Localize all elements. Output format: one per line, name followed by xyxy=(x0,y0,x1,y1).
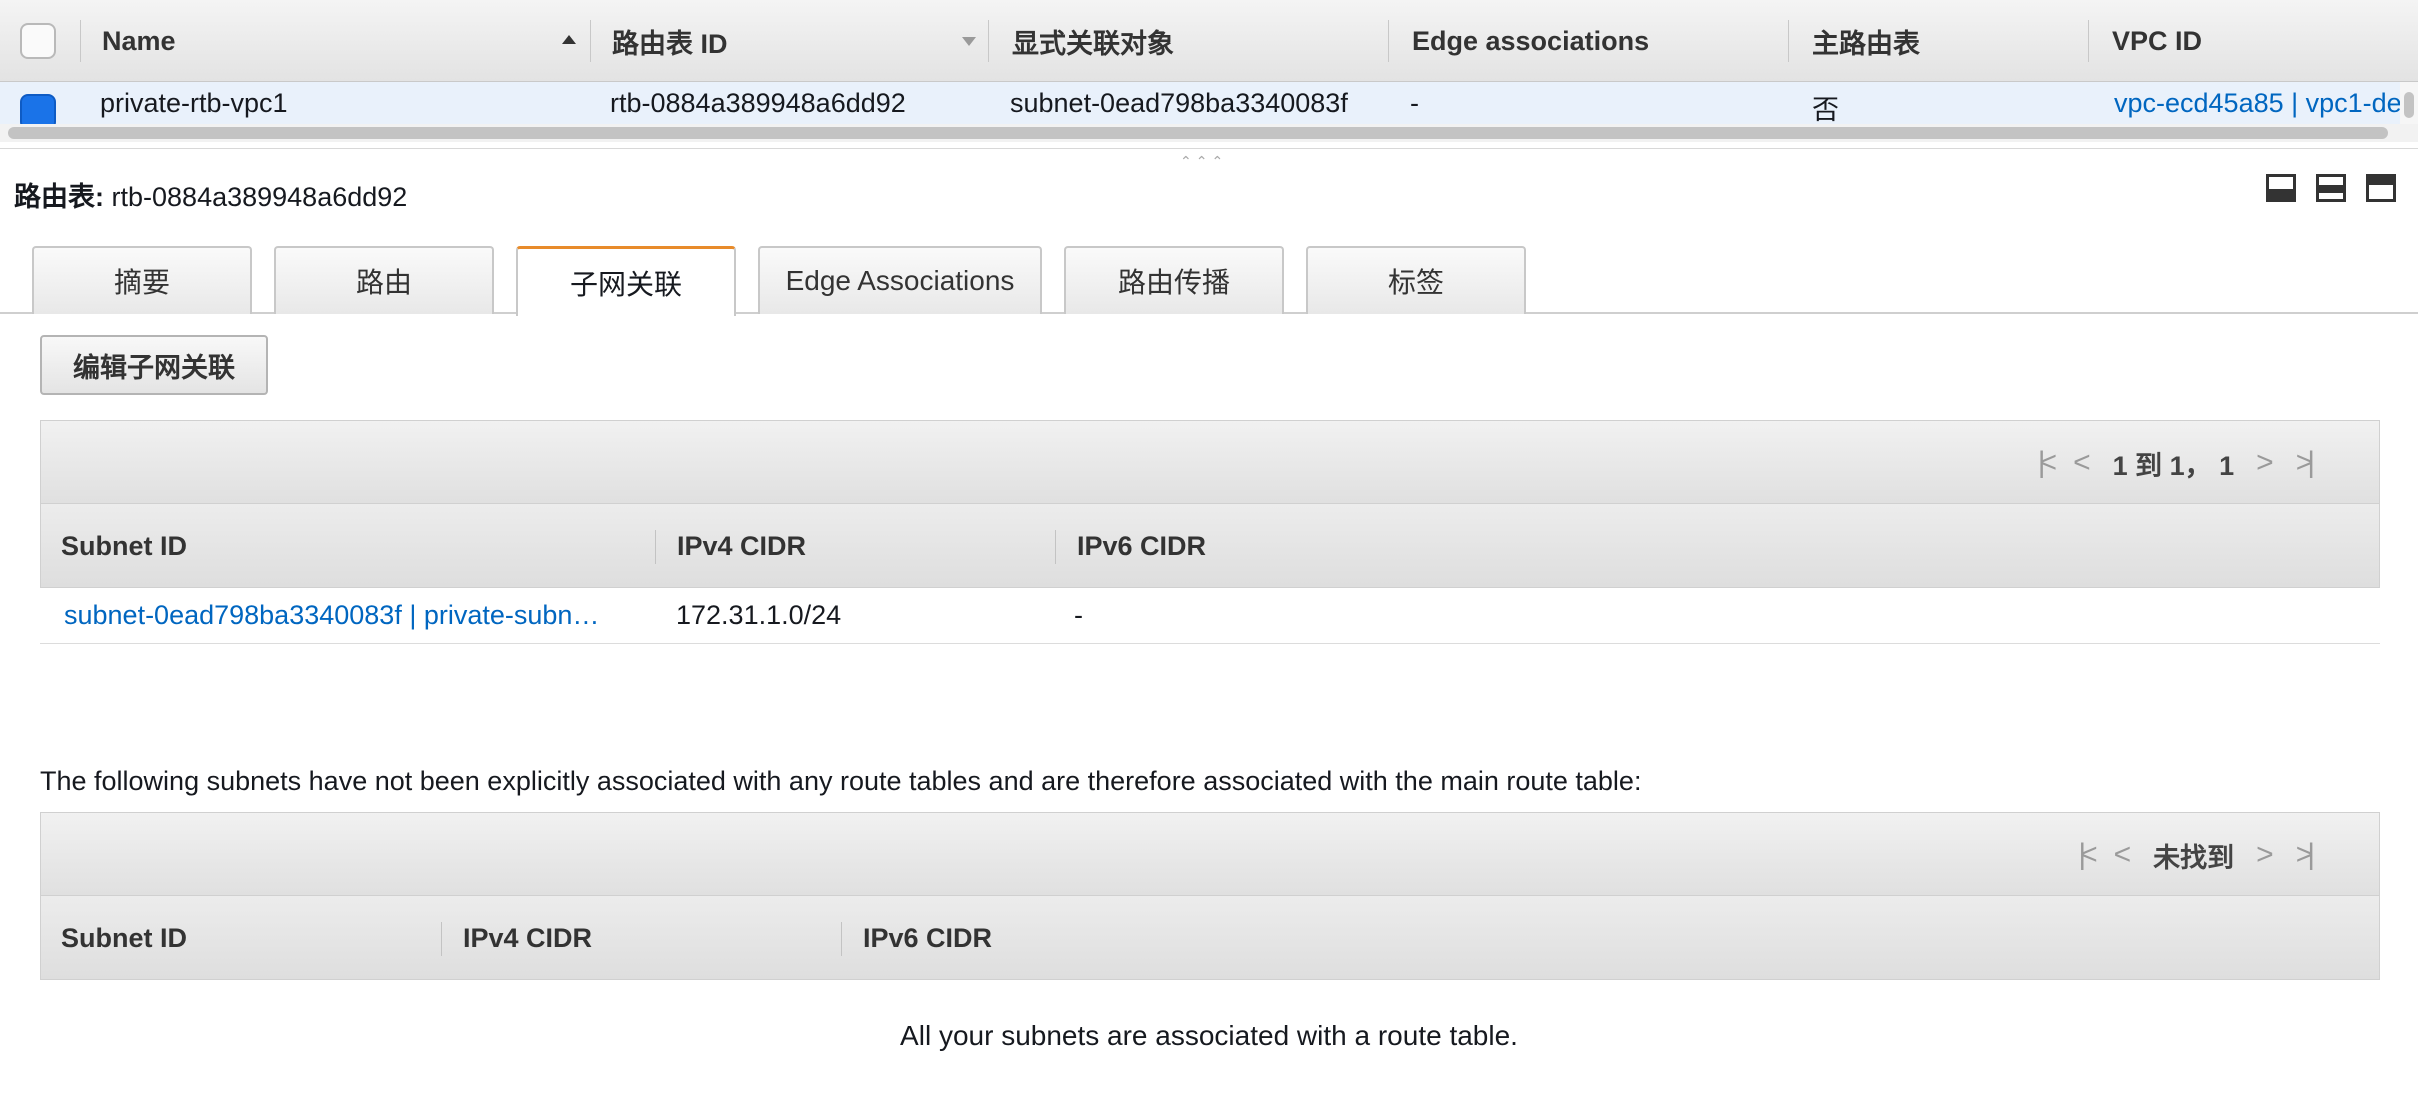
row-route-table-id: rtb-0884a389948a6dd92 xyxy=(610,88,906,118)
sort-asc-icon[interactable] xyxy=(562,35,576,44)
detail-title-value: rtb-0884a389948a6dd92 xyxy=(111,182,408,212)
subnet-id-link[interactable]: subnet-0ead798ba3340083f | private-subn… xyxy=(64,600,599,631)
pager-text: 1 到 1， 1 xyxy=(2112,450,2235,481)
row-name: private-rtb-vpc1 xyxy=(100,88,288,118)
row-vpc-id-link[interactable]: vpc-ecd45a85 | vpc1-dev xyxy=(2114,88,2415,119)
last-page-icon[interactable]: >| xyxy=(2296,446,2315,480)
column-ipv4-cidr[interactable]: IPv4 CIDR xyxy=(677,504,806,588)
tab-route-propagation[interactable]: 路由传播 xyxy=(1064,246,1284,314)
column-main[interactable]: 主路由表 xyxy=(1812,0,1920,82)
unassociated-subnets-table: |< < 未找到 > >| Subnet ID IPv4 CIDR IPv6 C… xyxy=(40,812,2380,980)
pager-text: 未找到 xyxy=(2153,842,2235,873)
vertical-scrollbar[interactable] xyxy=(2400,82,2418,124)
pager-bar: |< < 未找到 > >| xyxy=(40,812,2380,896)
layout-top-icon[interactable] xyxy=(2366,174,2396,202)
column-ipv6-cidr[interactable]: IPv6 CIDR xyxy=(1077,504,1206,588)
layout-middle-icon[interactable] xyxy=(2316,174,2346,202)
prev-page-icon[interactable]: < xyxy=(2073,446,2091,480)
associated-subnets-table: |< < 1 到 1， 1 > >| Subnet ID IPv4 CIDR I… xyxy=(40,420,2380,645)
horizontal-scroll-thumb[interactable] xyxy=(8,127,2388,139)
grid-header: Name 路由表 ID 显式关联对象 Edge associations 主路由… xyxy=(0,0,2418,82)
next-page-icon[interactable]: > xyxy=(2256,838,2274,872)
tab-summary[interactable]: 摘要 xyxy=(32,246,252,314)
pager-bar: |< < 1 到 1， 1 > >| xyxy=(40,420,2380,504)
table-row-selected[interactable]: private-rtb-vpc1 rtb-0884a389948a6dd92 s… xyxy=(0,82,2418,130)
layout-switcher xyxy=(2266,174,2396,202)
row-edge-associations: - xyxy=(1410,88,1419,118)
column-ipv4-cidr[interactable]: IPv4 CIDR xyxy=(463,896,592,980)
panel-splitter[interactable]: ⌃⌃⌃ xyxy=(0,148,2418,170)
pager: |< < 1 到 1， 1 > >| xyxy=(2038,421,2315,505)
column-edge-associations[interactable]: Edge associations xyxy=(1412,0,1649,82)
pager: |< < 未找到 > >| xyxy=(2078,813,2315,897)
column-name[interactable]: Name xyxy=(102,0,176,82)
route-tables-grid: Name 路由表 ID 显式关联对象 Edge associations 主路由… xyxy=(0,0,2418,148)
row-explicit-association: subnet-0ead798ba3340083f xyxy=(1010,88,1348,118)
ipv4-cidr-value: 172.31.1.0/24 xyxy=(676,600,842,630)
drag-handle-icon[interactable]: ⌃⌃⌃ xyxy=(1180,153,1227,170)
prev-page-icon[interactable]: < xyxy=(2114,838,2132,872)
tab-subnet-associations[interactable]: 子网关联 xyxy=(516,246,736,316)
first-page-icon[interactable]: |< xyxy=(2038,446,2057,480)
column-ipv6-cidr[interactable]: IPv6 CIDR xyxy=(863,896,992,980)
unassociated-note: The following subnets have not been expl… xyxy=(40,766,1642,796)
column-header: Subnet ID IPv4 CIDR IPv6 CIDR xyxy=(40,504,2380,588)
ipv6-cidr-value: - xyxy=(1074,600,1083,630)
empty-message: All your subnets are associated with a r… xyxy=(900,1020,1518,1051)
row-main: 否 xyxy=(1812,95,1839,125)
last-page-icon[interactable]: >| xyxy=(2296,838,2315,872)
vertical-scroll-thumb[interactable] xyxy=(2404,92,2414,118)
column-subnet-id[interactable]: Subnet ID xyxy=(61,504,187,588)
tab-edge-associations[interactable]: Edge Associations xyxy=(758,246,1042,314)
layout-bottom-icon[interactable] xyxy=(2266,174,2296,202)
sort-desc-icon[interactable] xyxy=(962,37,976,46)
column-header: Subnet ID IPv4 CIDR IPv6 CIDR xyxy=(40,896,2380,980)
column-route-table-id[interactable]: 路由表 ID xyxy=(612,0,728,82)
detail-title-label: 路由表: xyxy=(14,182,104,212)
select-all-checkbox[interactable] xyxy=(20,23,56,59)
column-subnet-id[interactable]: Subnet ID xyxy=(61,896,187,980)
tab-tags[interactable]: 标签 xyxy=(1306,246,1526,314)
table-row[interactable]: subnet-0ead798ba3340083f | private-subn…… xyxy=(40,588,2380,644)
column-vpc-id[interactable]: VPC ID xyxy=(2112,0,2202,82)
next-page-icon[interactable]: > xyxy=(2256,446,2274,480)
horizontal-scrollbar[interactable] xyxy=(0,124,2418,142)
edit-subnet-associations-button[interactable]: 编辑子网关联 xyxy=(40,335,268,395)
tab-routes[interactable]: 路由 xyxy=(274,246,494,314)
detail-tabs: 摘要 路由 子网关联 Edge Associations 路由传播 标签 xyxy=(0,246,2418,316)
first-page-icon[interactable]: |< xyxy=(2078,838,2097,872)
column-explicit-association[interactable]: 显式关联对象 xyxy=(1012,0,1174,82)
detail-title: 路由表: rtb-0884a389948a6dd92 xyxy=(14,175,407,214)
